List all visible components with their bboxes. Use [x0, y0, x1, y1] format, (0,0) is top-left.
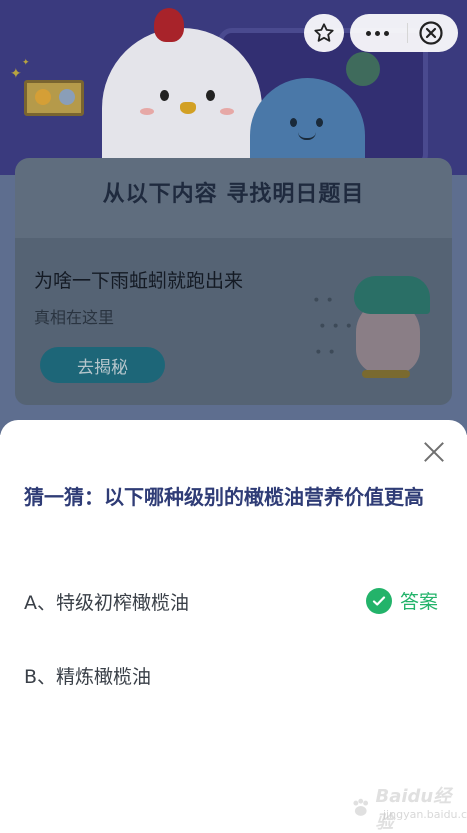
sparkle-icon: ✦: [10, 66, 22, 82]
star-outline-icon: [314, 23, 334, 42]
owl-mascot-graphic: [352, 276, 430, 380]
question-card-title: 为啥一下雨蚯蚓就跑出来: [34, 270, 244, 292]
answer-indicator: 答案: [366, 587, 438, 614]
baidu-paw-icon: [353, 798, 369, 816]
watermark-subtext: jingyan.baidu.com: [383, 808, 467, 821]
option-b[interactable]: B、精炼橄榄油: [24, 657, 444, 693]
close-circle-icon[interactable]: [418, 20, 444, 46]
banner-title: 从以下内容 寻找明日题目: [102, 182, 365, 207]
rain-icon: ∙ ∙: [314, 344, 336, 360]
rain-icon: ∙ ∙: [312, 292, 334, 308]
more-dots-icon[interactable]: [354, 30, 401, 36]
reveal-button[interactable]: 去揭秘: [40, 347, 165, 383]
gold-medal-icon: [35, 89, 51, 105]
planet-graphic: [346, 52, 380, 86]
rain-icon: ∙ ∙ ∙: [318, 318, 354, 334]
mini-program-capsule: [350, 14, 458, 52]
option-label: A、特级初榨橄榄油: [24, 591, 189, 614]
answer-label: 答案: [400, 591, 439, 613]
silver-medal-icon: [59, 89, 75, 105]
check-circle-icon: [366, 587, 392, 614]
sparkle-icon: ✦: [22, 58, 30, 68]
capsule-divider: [407, 23, 408, 43]
favorite-button[interactable]: [304, 14, 344, 52]
question-card-subtitle: 真相在这里: [34, 308, 115, 327]
option-label: B、精炼橄榄油: [24, 665, 152, 688]
medal-plaque-graphic: [24, 80, 84, 116]
close-icon[interactable]: [420, 438, 448, 466]
quiz-question-title: 猜一猜：以下哪种级别的橄榄油营养价值更高: [24, 485, 424, 509]
